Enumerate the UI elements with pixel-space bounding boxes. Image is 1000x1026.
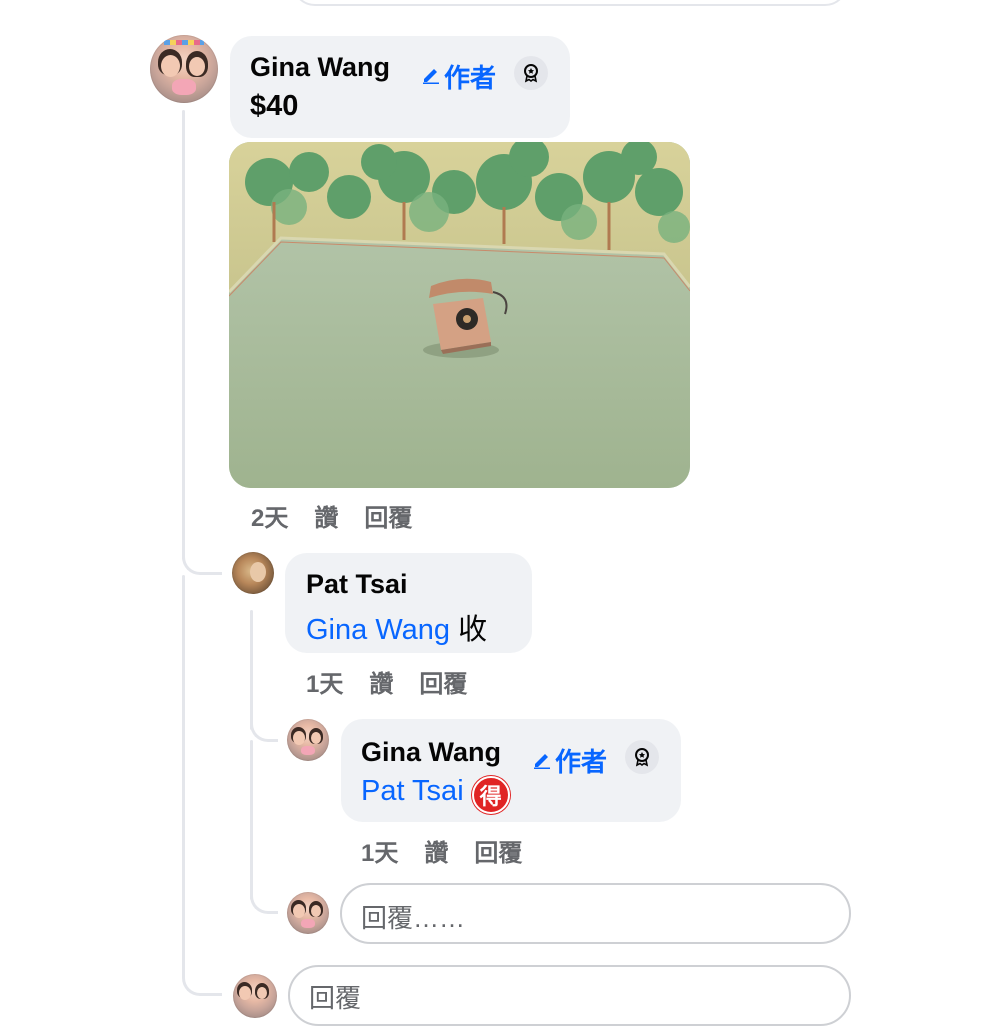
comment-text: $40 — [250, 90, 299, 122]
reply-button[interactable]: 回覆 — [364, 498, 412, 533]
mention-link[interactable]: Gina Wang — [306, 614, 450, 646]
reply-author-name[interactable]: Pat Tsai — [306, 569, 408, 600]
avatar — [287, 892, 329, 934]
comment-reply-input-placeholder: 回覆 — [309, 983, 362, 1013]
author-badge-label: 作者 — [444, 63, 497, 93]
reply-button[interactable]: 回覆 — [474, 833, 522, 868]
red-seal-emoji: 得 — [471, 776, 510, 814]
thread-line-nested-lower — [250, 740, 253, 900]
like-button[interactable]: 讚 — [424, 833, 448, 868]
reply-text: Pat Tsai 得 — [361, 775, 510, 814]
reply-input-placeholder: 回覆…… — [361, 903, 466, 933]
thread-connector-bottom — [182, 960, 222, 996]
thread-connector-reply2 — [250, 710, 278, 742]
comment-author-name[interactable]: Gina Wang — [250, 52, 390, 83]
like-button[interactable]: 讚 — [314, 498, 338, 533]
thread-connector-reply1 — [182, 540, 222, 575]
avatar[interactable] — [150, 35, 218, 103]
mention-link[interactable]: Pat Tsai — [361, 775, 464, 807]
reply-message: 收 — [458, 614, 488, 646]
comment-time[interactable]: 2天 — [251, 498, 288, 533]
thread-line-main-lower — [182, 575, 185, 970]
comment-actions: 2天讚回覆 — [251, 498, 438, 533]
reply-time[interactable]: 1天 — [361, 833, 398, 868]
comment-reply-input[interactable] — [288, 965, 851, 1026]
pencil-icon — [423, 69, 439, 84]
previous-comment-box-edge — [292, 0, 848, 6]
pencil-icon — [534, 754, 550, 769]
top-fan-badge-icon[interactable] — [625, 740, 659, 774]
reply-actions: 1天讚回覆 — [306, 664, 493, 699]
avatar[interactable] — [232, 552, 274, 594]
thread-line-main — [182, 110, 185, 560]
comment-photo[interactable] — [229, 142, 690, 488]
reply-button[interactable]: 回覆 — [419, 664, 467, 699]
reply-author-name[interactable]: Gina Wang — [361, 737, 501, 768]
reply-text: Gina Wang 收 — [306, 606, 487, 648]
reply-actions: 1天讚回覆 — [361, 833, 548, 868]
like-button[interactable]: 讚 — [369, 664, 393, 699]
top-fan-badge-icon[interactable] — [514, 56, 548, 90]
telephone-miniature-image — [229, 142, 690, 488]
avatar[interactable] — [287, 719, 329, 761]
reply-time[interactable]: 1天 — [306, 664, 343, 699]
thread-connector-reply-box — [250, 880, 278, 914]
author-badge-label: 作者 — [555, 747, 608, 777]
avatar — [233, 974, 277, 1018]
